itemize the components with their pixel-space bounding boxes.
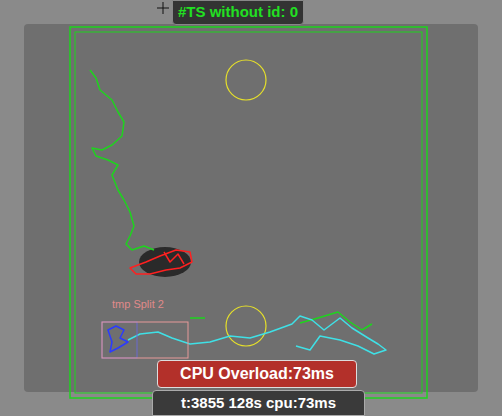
alert-badge: CPU Overload:73ms — [157, 360, 357, 388]
track-path — [108, 326, 128, 352]
arena-outer-border — [70, 27, 427, 398]
split-label: tmp Split 2 — [112, 296, 164, 313]
tracking-view: #TS without id: 0 tmp Split 2 CPU Overload… — [0, 0, 502, 416]
track-path — [90, 70, 372, 330]
status-badge: t:3855 128s cpu:73ms — [152, 390, 365, 416]
arena-floor — [24, 24, 478, 392]
split-box[interactable] — [102, 322, 188, 358]
crosshair-icon — [157, 2, 169, 14]
zone-circle[interactable] — [226, 306, 266, 346]
arena-inner-border — [75, 32, 422, 393]
blue-box — [102, 322, 137, 358]
tracking-overlay — [0, 0, 502, 416]
zone-circle[interactable] — [226, 60, 266, 100]
title-badge: #TS without id: 0 — [172, 0, 304, 25]
track-path — [130, 250, 192, 274]
